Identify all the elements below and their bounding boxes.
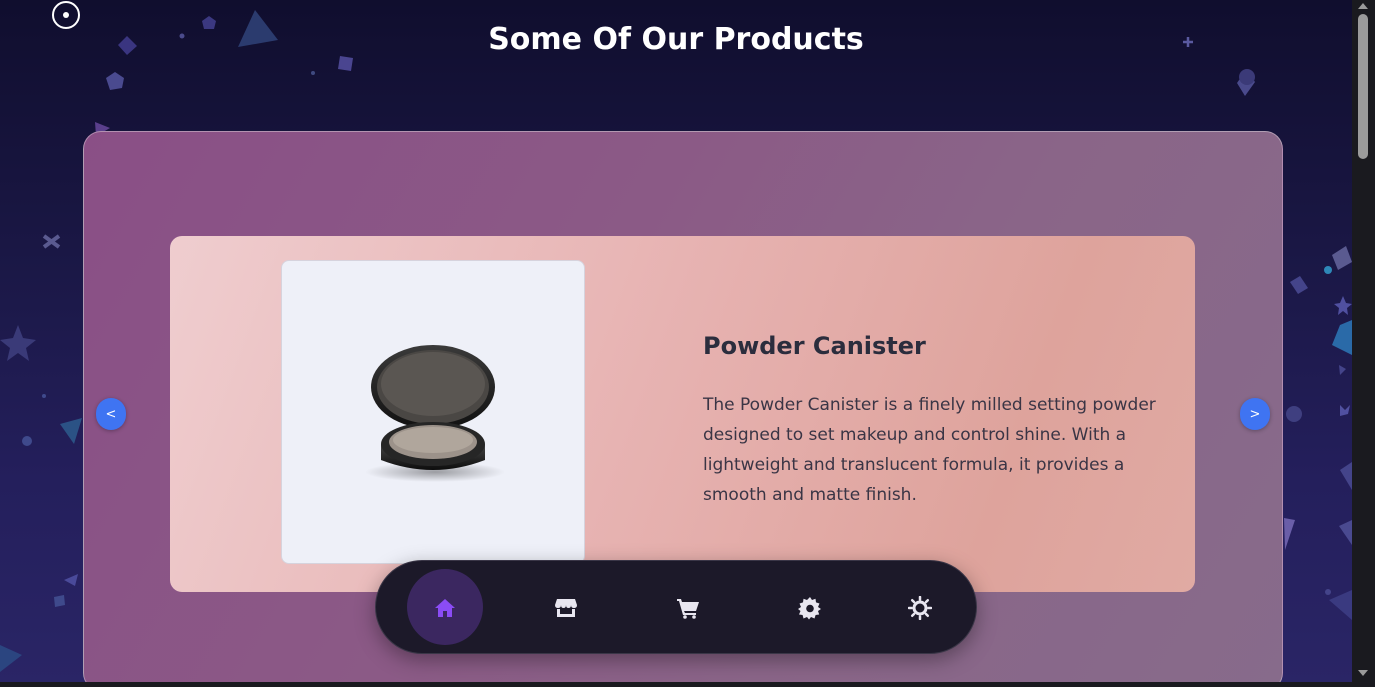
nav-cart[interactable] — [650, 561, 726, 655]
vertical-scrollbar[interactable] — [1352, 0, 1375, 687]
compact-powder-image — [365, 345, 505, 482]
nav-theme-toggle[interactable] — [882, 561, 958, 655]
sun-icon — [908, 596, 932, 620]
cart-icon — [677, 599, 699, 619]
product-description: The Powder Canister is a finely milled s… — [703, 395, 1156, 505]
nav-settings[interactable] — [772, 561, 848, 655]
bottom-navigation — [375, 560, 977, 654]
store-icon — [555, 599, 577, 617]
nav-store[interactable] — [528, 561, 604, 655]
scroll-thumb[interactable] — [1358, 14, 1368, 159]
settings-icon — [798, 597, 821, 620]
carousel-prev-button[interactable]: < — [96, 398, 126, 430]
home-icon — [435, 599, 455, 617]
carousel-next-button[interactable]: > — [1240, 398, 1270, 430]
product-image — [281, 260, 585, 564]
scroll-up-icon[interactable] — [1358, 3, 1368, 9]
scroll-down-icon[interactable] — [1358, 670, 1368, 676]
product-name: Powder Canister — [703, 332, 926, 360]
horizontal-scrollbar — [0, 682, 1352, 687]
page-title: Some Of Our Products — [488, 22, 864, 57]
nav-home[interactable] — [407, 561, 483, 655]
product-card: Powder Canister The Powder Canister is a… — [170, 236, 1195, 592]
